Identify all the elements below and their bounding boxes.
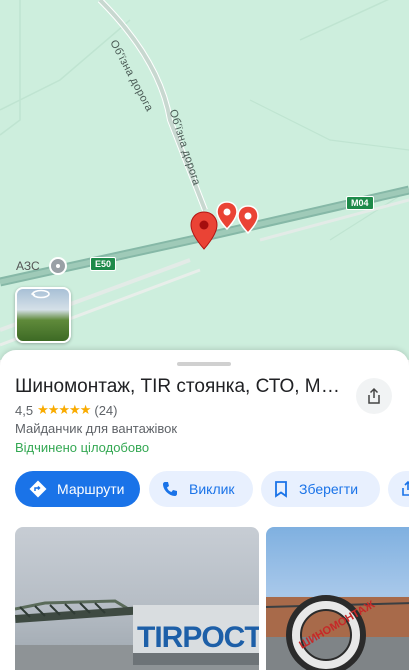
save-label: Зберегти: [299, 481, 359, 497]
drag-handle[interactable]: [177, 362, 231, 366]
save-button[interactable]: Зберегти: [261, 471, 380, 507]
photo-sign-text: TIRPOCT: [137, 621, 259, 654]
open-status: Відчинено цілодобово: [15, 440, 150, 455]
poi-label-gas-station[interactable]: АЗС: [16, 259, 40, 273]
place-photo-2[interactable]: ШИНОМОНТАЖ: [266, 527, 409, 670]
phone-icon: [163, 482, 177, 496]
place-photo-1[interactable]: TIRPOCT: [15, 527, 259, 670]
share-icon: [368, 387, 380, 404]
bookmark-icon: [275, 481, 287, 498]
more-share-button[interactable]: [388, 471, 409, 507]
small-pin-icon-2[interactable]: [237, 205, 259, 235]
place-details-sheet: Шиномонтаж, TIR стоянка, СТО, Мо... 4,5 …: [0, 350, 409, 670]
highway-shield-e50: E50: [90, 257, 117, 271]
directions-button[interactable]: Маршрути: [15, 471, 140, 507]
rating-row[interactable]: 4,5 ★★★★★ (24): [15, 402, 117, 418]
highway-shield-m04: M04: [346, 196, 374, 210]
street-view-thumbnail[interactable]: [15, 287, 71, 343]
place-title: Шиномонтаж, TIR стоянка, СТО, Мо...: [15, 376, 345, 397]
rating-stars: ★★★★★: [37, 402, 91, 417]
selected-place-pin-icon[interactable]: [190, 211, 218, 251]
place-category: Майданчик для вантажівок: [15, 421, 178, 436]
call-button[interactable]: Виклик: [149, 471, 253, 507]
rotate-360-icon: [31, 289, 50, 299]
call-label: Виклик: [189, 481, 235, 497]
review-count: (24): [94, 402, 118, 418]
directions-icon: [29, 480, 47, 498]
tirpost-gate-image: TIRPOCT: [15, 599, 259, 670]
tire-sign-image: ШИНОМОНТАЖ: [266, 595, 409, 670]
rating-value: 4,5: [15, 402, 34, 418]
share-button[interactable]: [356, 378, 392, 414]
map-view[interactable]: Об'їзна дорога Об'їзна дорога M04 E50 АЗ…: [0, 0, 409, 360]
gas-station-marker[interactable]: [49, 257, 67, 275]
more-share-icon: [402, 480, 409, 496]
directions-label: Маршрути: [57, 481, 125, 497]
small-pin-icon[interactable]: [216, 201, 238, 231]
